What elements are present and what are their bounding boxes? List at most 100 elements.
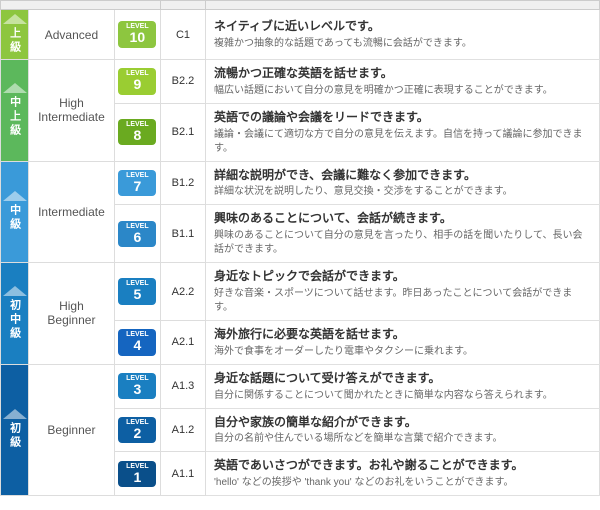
cefr-cell: A2.2	[161, 263, 206, 321]
badge-level-num: 8	[119, 128, 155, 143]
level-badge: LEVEL2	[118, 417, 156, 443]
badge-cell: LEVEL2	[114, 408, 160, 452]
grade-label: 中上級	[7, 96, 23, 138]
content-cell: 興味のあることについて、会話が続きます。興味のあることについて自分の意見を言った…	[206, 205, 600, 263]
grade-label: 上級	[7, 27, 23, 55]
level-name-cell: HighIntermediate	[29, 60, 115, 162]
table-header	[1, 1, 600, 10]
level-badge: LEVEL7	[118, 170, 156, 196]
level-badge: LEVEL9	[118, 68, 156, 94]
badge-level-num: 2	[119, 426, 155, 441]
grade-arrow-icon	[3, 286, 27, 296]
badge-cell: LEVEL3	[114, 364, 160, 408]
cefr-cell: B2.2	[161, 60, 206, 104]
grade-arrow-icon	[3, 409, 27, 419]
grade-cell: 初級	[1, 364, 29, 495]
content-cell: 自分や家族の簡単な紹介ができます。自分の名前や住んでいる場所などを簡単な言葉で紹…	[206, 408, 600, 452]
content-cell: 英語での議論や会議をリードできます。議論・会議にて適切な方で自分の意見を伝えます…	[206, 103, 600, 161]
content-main: ネイティブに近いレベルです。	[214, 18, 591, 35]
level-name-cell: Intermediate	[29, 161, 115, 263]
grade-cell: 中上級	[1, 60, 29, 162]
grade-label: 中級	[7, 204, 23, 232]
content-cell: 身近なトピックで会話ができます。好きな音楽・スポーツについて話せます。昨日あった…	[206, 263, 600, 321]
badge-cell: LEVEL5	[114, 263, 160, 321]
content-main: 身近なトピックで会話ができます。	[214, 268, 591, 285]
content-sub: 詳細な状況を説明したり、意見交換・交渉をすることができます。	[214, 185, 591, 199]
content-main: 自分や家族の簡単な紹介ができます。	[214, 414, 591, 431]
cefr-cell: A2.1	[161, 320, 206, 364]
level-name-cell: Beginner	[29, 364, 115, 495]
grade-cell: 初中級	[1, 263, 29, 365]
grade-cell: 上級	[1, 10, 29, 60]
level-name-cell: HighBeginner	[29, 263, 115, 365]
content-main: 海外旅行に必要な英語を話せます。	[214, 326, 591, 343]
badge-cell: LEVEL9	[114, 60, 160, 104]
content-sub: 複雑かつ抽象的な話題であっても流暢に会話ができます。	[214, 37, 591, 51]
content-sub: 議論・会議にて適切な方で自分の意見を伝えます。自信を持って議論に参加できます。	[214, 128, 591, 156]
table-row: 初中級HighBeginnerLEVEL5A2.2身近なトピックで会話ができます…	[1, 263, 600, 321]
content-main: 流暢かつ正確な英語を話せます。	[214, 65, 591, 82]
table-row: 上級AdvancedLEVEL10C1ネイティブに近いレベルです。複雑かつ抽象的…	[1, 10, 600, 60]
content-cell: 身近な話題について受け答えができます。自分に関係することについて聞かれたときに簡…	[206, 364, 600, 408]
content-sub: 幅広い話題において自分の意見を明確かつ正確に表現することができます。	[214, 84, 591, 98]
cefr-cell: A1.2	[161, 408, 206, 452]
cefr-cell: A1.3	[161, 364, 206, 408]
badge-cell: LEVEL6	[114, 205, 160, 263]
content-main: 英語での議論や会議をリードできます。	[214, 109, 591, 126]
grade-arrow-icon	[3, 14, 27, 24]
level-badge: LEVEL3	[118, 373, 156, 399]
content-sub: 興味のあることについて自分の意見を言ったり、相手の話を聞いたりして、長い会話がで…	[214, 229, 591, 257]
level-badge: LEVEL5	[118, 278, 156, 304]
level-badge: LEVEL6	[118, 221, 156, 247]
content-cell: 流暢かつ正確な英語を話せます。幅広い話題において自分の意見を明確かつ正確に表現す…	[206, 60, 600, 104]
grade-cell: 中級	[1, 161, 29, 263]
grade-arrow-icon	[3, 83, 27, 93]
content-sub: 自分の名前や住んでいる場所などを簡単な言葉で紹介できます。	[214, 432, 591, 446]
content-sub: 海外で食事をオーダーしたり電車やタクシーに乗れます。	[214, 345, 591, 359]
content-cell: ネイティブに近いレベルです。複雑かつ抽象的な話題であっても流暢に会話ができます。	[206, 10, 600, 60]
content-cell: 英語であいさつができます。お礼や謝ることができます。 'hello' などの挨拶や…	[206, 452, 600, 496]
content-main: 身近な話題について受け答えができます。	[214, 370, 591, 387]
badge-level-num: 4	[119, 338, 155, 353]
badge-cell: LEVEL1	[114, 452, 160, 496]
content-cell: 海外旅行に必要な英語を話せます。海外で食事をオーダーしたり電車やタクシーに乗れま…	[206, 320, 600, 364]
content-sub: 好きな音楽・スポーツについて話せます。昨日あったことについて会話ができます。	[214, 287, 591, 315]
content-main: 英語であいさつができます。お礼や謝ることができます。	[214, 457, 591, 474]
badge-level-num: 9	[119, 77, 155, 92]
cefr-cell: A1.1	[161, 452, 206, 496]
badge-level-num: 1	[119, 470, 155, 485]
content-cell: 詳細な説明ができ、会議に難なく参加できます。詳細な状況を説明したり、意見交換・交…	[206, 161, 600, 205]
table-row: 初級BeginnerLEVEL3A1.3身近な話題について受け答えができます。自…	[1, 364, 600, 408]
header-content	[206, 1, 600, 10]
table-row: 中級IntermediateLEVEL7B1.2詳細な説明ができ、会議に難なく参…	[1, 161, 600, 205]
badge-cell: LEVEL10	[114, 10, 160, 60]
badge-level-num: 7	[119, 179, 155, 194]
cefr-cell: C1	[161, 10, 206, 60]
level-badge: LEVEL10	[118, 21, 156, 47]
grade-label: 初級	[7, 422, 23, 450]
grade-label: 初中級	[7, 299, 23, 341]
badge-level-num: 6	[119, 230, 155, 245]
badge-level-num: 5	[119, 287, 155, 302]
content-sub: 自分に関係することについて聞かれたときに簡単な内容なら答えられます。	[214, 389, 591, 403]
content-main: 興味のあることについて、会話が続きます。	[214, 210, 591, 227]
level-badge: LEVEL4	[118, 329, 156, 355]
content-sub: 'hello' などの挨拶や 'thank you' などのお礼をいうことができ…	[214, 476, 591, 490]
level-badge: LEVEL1	[118, 461, 156, 487]
badge-level-num: 10	[119, 30, 155, 45]
grade-arrow-icon	[3, 191, 27, 201]
cefr-cell: B1.2	[161, 161, 206, 205]
level-badge: LEVEL8	[118, 119, 156, 145]
badge-cell: LEVEL4	[114, 320, 160, 364]
cefr-cell: B1.1	[161, 205, 206, 263]
cefr-cell: B2.1	[161, 103, 206, 161]
badge-cell: LEVEL8	[114, 103, 160, 161]
badge-level-num: 3	[119, 382, 155, 397]
badge-cell: LEVEL7	[114, 161, 160, 205]
level-table: 上級AdvancedLEVEL10C1ネイティブに近いレベルです。複雑かつ抽象的…	[0, 0, 600, 496]
content-main: 詳細な説明ができ、会議に難なく参加できます。	[214, 167, 591, 184]
level-name-cell: Advanced	[29, 10, 115, 60]
header-rarejob	[1, 1, 161, 10]
table-row: 中上級HighIntermediateLEVEL9B2.2流暢かつ正確な英語を話…	[1, 60, 600, 104]
header-cefr	[161, 1, 206, 10]
